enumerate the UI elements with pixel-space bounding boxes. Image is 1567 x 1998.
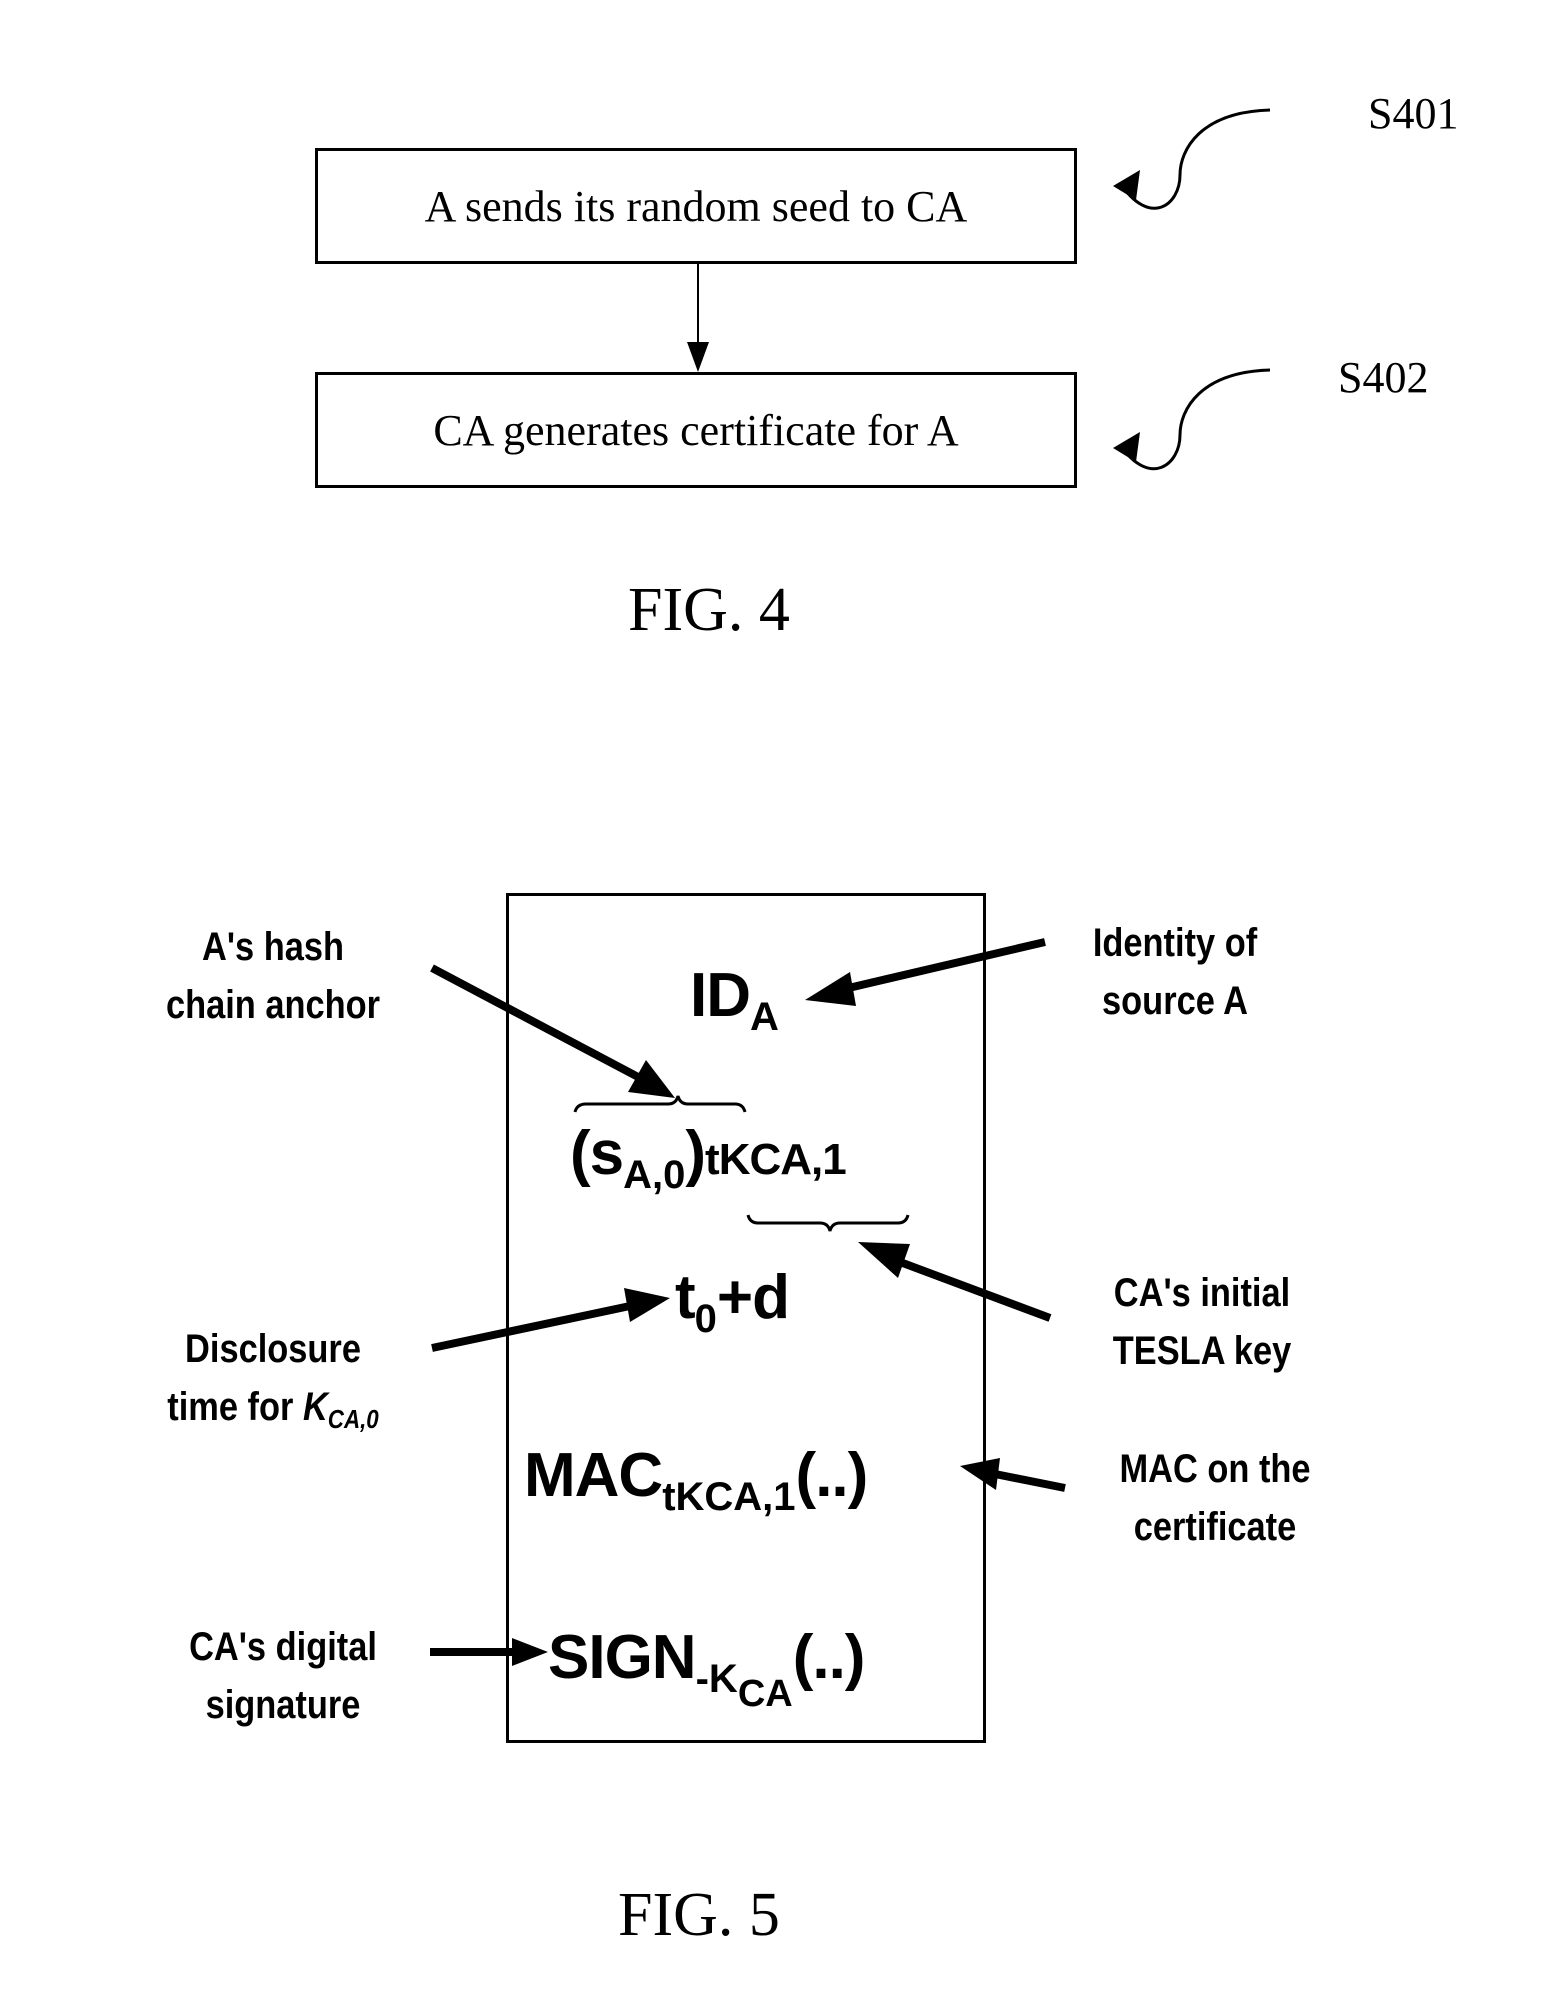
field-signature: SIGN-KCA(..) (548, 1623, 865, 1715)
ref-label-s402: S402 (1338, 353, 1429, 402)
field-hash-anchor: (sA,0)tKCA,1 (570, 1119, 847, 1197)
field-mac: MACtKCA,1(..) (524, 1441, 868, 1519)
annotation-signature: CA's digital signature (189, 1625, 377, 1727)
fig4-caption: FIG. 4 (628, 576, 790, 644)
annotation-mac: MAC on the certificate (1119, 1447, 1311, 1549)
flow-arrow-head (687, 342, 709, 372)
fig5-caption: FIG. 5 (618, 1881, 780, 1949)
field-identity: IDA (690, 961, 779, 1039)
step-box-s401: A sends its random seed to CA (315, 148, 1077, 264)
leader-s402 (1118, 368, 1271, 471)
annotation-identity: Identity of source A (1092, 921, 1258, 1023)
field-disclosure-time: t0+d (675, 1263, 790, 1341)
annotation-hash-anchor: A's hash chain anchor (165, 925, 381, 1027)
step-box-s402: CA generates certificate for A (315, 372, 1077, 488)
step-text-s402: CA generates certificate for A (433, 405, 959, 455)
ref-label-s401: S401 (1368, 89, 1459, 138)
pointer-mac (994, 1470, 1066, 1492)
annotation-disclosure: Disclosure time for KCA,0 (167, 1327, 379, 1434)
leader-s402-head (1113, 432, 1140, 462)
leader-s401 (1118, 108, 1271, 210)
annotation-tesla-key: CA's initial TESLA key (1112, 1271, 1292, 1373)
step-text-s401: A sends its random seed to CA (424, 181, 968, 231)
leader-s401-head (1113, 170, 1140, 200)
